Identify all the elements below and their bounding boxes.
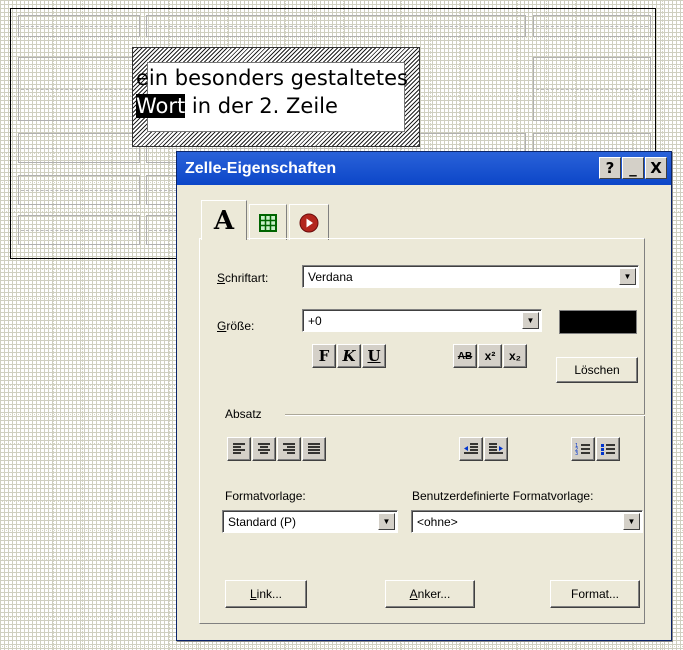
cell-text-line2: Wort in der 2. Zeile [136, 92, 536, 120]
table-grid-icon [259, 213, 277, 232]
size-label: Größe: [217, 319, 255, 333]
align-right-button[interactable] [277, 437, 301, 461]
align-center-icon [258, 443, 270, 454]
outdent-button[interactable] [459, 437, 483, 461]
font-select-value: Verdana [308, 269, 353, 284]
dialog-title: Zelle-Eigenschaften [185, 159, 337, 177]
custom-style-select-value: <ohne> [417, 514, 458, 529]
align-left-button[interactable] [227, 437, 251, 461]
anchor-button[interactable]: Anker... [385, 580, 475, 608]
dialog-titlebar[interactable]: Zelle-Eigenschaften ? _ X [177, 152, 671, 185]
bullet-list-button[interactable] [596, 437, 620, 461]
close-button[interactable]: X [645, 157, 667, 179]
superscript-button[interactable]: x² [478, 344, 502, 368]
tab-table[interactable] [249, 204, 287, 240]
svg-text:3: 3 [575, 451, 578, 456]
indent-button[interactable] [484, 437, 508, 461]
clear-button[interactable]: Löschen [556, 357, 638, 383]
play-circle-icon [299, 213, 319, 232]
strikethrough-button[interactable]: AB [453, 344, 477, 368]
chevron-down-icon[interactable]: ▼ [378, 513, 395, 530]
table-cell[interactable] [18, 133, 140, 163]
cell-text[interactable]: ein besonders gestaltetes Wort in der 2.… [136, 64, 536, 120]
justify-button[interactable] [302, 437, 326, 461]
tab-record[interactable] [289, 204, 329, 240]
chevron-down-icon[interactable]: ▼ [619, 268, 636, 285]
underline-button[interactable]: U [362, 344, 386, 368]
indent-icon [489, 443, 503, 454]
subscript-icon: x₂ [508, 349, 521, 363]
font-label: Schriftart: [217, 271, 269, 285]
table-cell[interactable] [18, 175, 140, 205]
size-select[interactable]: +0 ▼ [302, 309, 542, 332]
strikethrough-icon: AB [457, 350, 473, 362]
style-select[interactable]: Standard (P) ▼ [222, 510, 398, 533]
font-select[interactable]: Verdana ▼ [302, 265, 639, 288]
table-cell[interactable] [146, 15, 526, 37]
chevron-down-icon[interactable]: ▼ [522, 312, 539, 329]
size-select-value: +0 [308, 313, 322, 328]
italic-button[interactable]: K [337, 344, 361, 368]
align-left-icon [233, 443, 245, 454]
bold-button[interactable]: F [312, 344, 336, 368]
letter-a-icon: A [213, 205, 235, 236]
style-label: Formatvorlage: [225, 489, 306, 503]
selected-word[interactable]: Wort [136, 94, 186, 118]
table-cell[interactable] [18, 57, 140, 121]
table-cell[interactable] [18, 215, 140, 245]
align-right-icon [283, 443, 295, 454]
format-button[interactable]: Format... [550, 580, 640, 608]
cell-text-line2-rest: in der 2. Zeile [185, 94, 338, 118]
subscript-button[interactable]: x₂ [503, 344, 527, 368]
minimize-button[interactable]: _ [622, 157, 644, 179]
bullet-list-icon [601, 444, 615, 455]
link-button[interactable]: Link... [225, 580, 307, 608]
style-select-value: Standard (P) [228, 514, 297, 529]
table-cell[interactable] [533, 15, 651, 37]
outdent-icon [464, 443, 478, 454]
superscript-icon: x² [484, 349, 496, 363]
align-center-button[interactable] [252, 437, 276, 461]
table-cell[interactable] [18, 15, 140, 37]
numbered-list-icon: 123 [575, 443, 590, 456]
color-swatch[interactable] [559, 310, 637, 334]
cell-properties-dialog: Zelle-Eigenschaften ? _ X A Schriftart: … [176, 151, 672, 641]
custom-style-label: Benutzerdefinierte Formatvorlage: [412, 489, 594, 503]
divider [285, 414, 645, 415]
paragraph-group-label: Absatz [225, 407, 262, 421]
tab-panel [199, 238, 645, 624]
chevron-down-icon[interactable]: ▼ [623, 513, 640, 530]
custom-style-select[interactable]: <ohne> ▼ [411, 510, 643, 533]
cell-text-line1: ein besonders gestaltetes [136, 66, 408, 90]
numbered-list-button[interactable]: 123 [571, 437, 595, 461]
justify-icon [308, 443, 320, 454]
tab-font[interactable]: A [201, 200, 247, 240]
help-button[interactable]: ? [599, 157, 621, 179]
table-cell[interactable] [533, 57, 651, 121]
